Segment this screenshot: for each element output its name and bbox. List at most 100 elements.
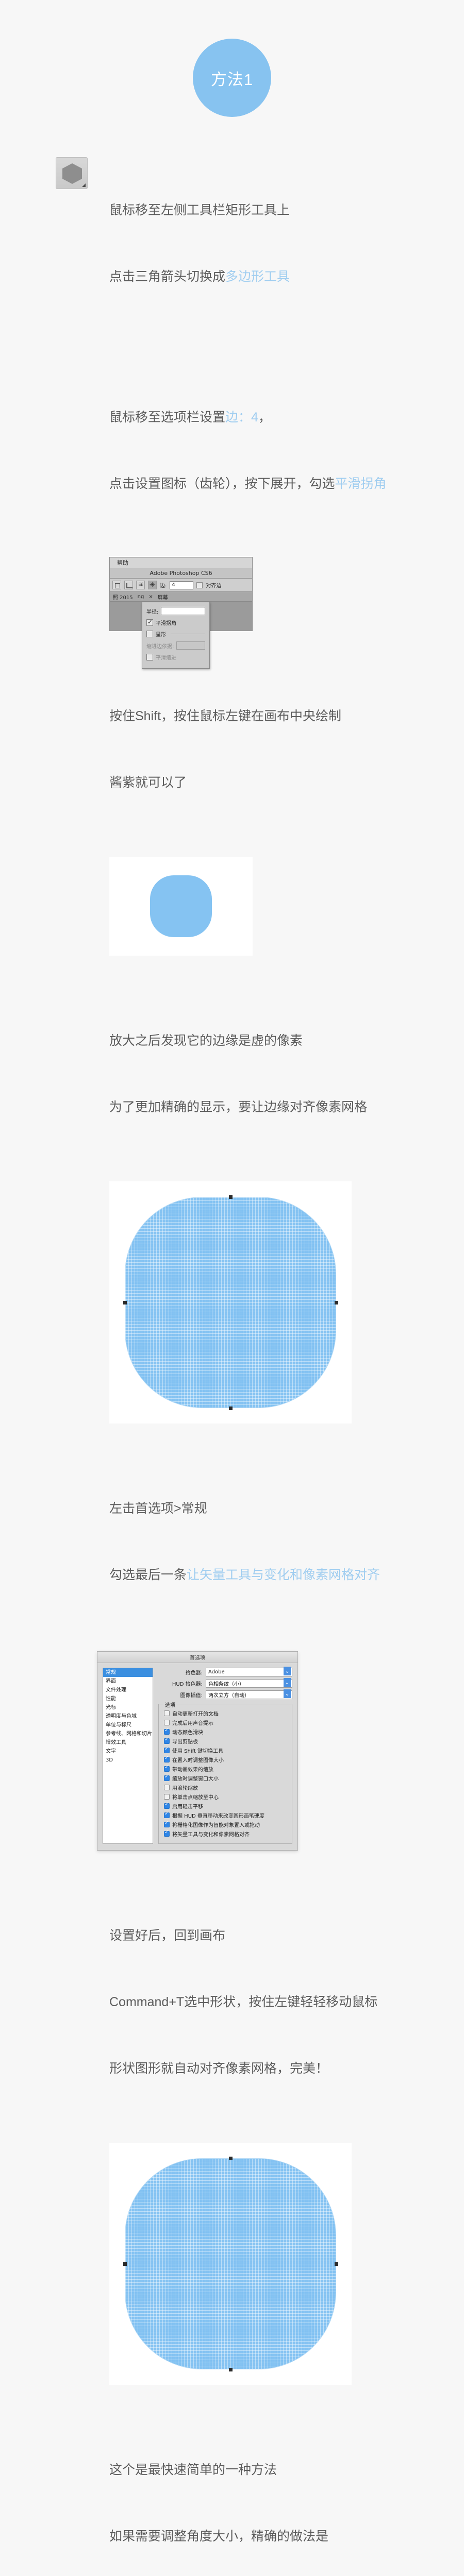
step4-text: 放大之后发现它的边缘是虚的像素 为了更加精确的显示，要让边缘对齐像素网格 xyxy=(109,986,464,1163)
step1-row: 鼠标移至左侧工具栏矩形工具上 点击三角箭头切换成多边形工具 xyxy=(0,157,464,332)
anchor-point-top-2[interactable] xyxy=(229,2157,233,2160)
indent-input[interactable] xyxy=(176,641,205,650)
prefs-option-checkbox[interactable] xyxy=(164,1829,170,1837)
prefs-option-checkbox[interactable] xyxy=(164,1785,170,1790)
step5-line2-highlight: 让矢量工具与变化和像素网格对齐 xyxy=(187,1568,380,1582)
anchor-point-right-2[interactable] xyxy=(335,2262,338,2266)
prefs-option-label: 启用轻击平移 xyxy=(172,1804,203,1810)
doc-tab-2[interactable]: ng xyxy=(138,594,144,600)
smooth-indent-row[interactable]: 平滑缩进 xyxy=(146,653,205,661)
prefs-option-row[interactable]: 完成后用声音提示 xyxy=(164,1719,288,1726)
radius-row: 半径: xyxy=(146,607,205,615)
star-checkbox[interactable] xyxy=(146,631,153,637)
canvas-small-preview xyxy=(109,857,253,956)
anchor-point-bottom[interactable] xyxy=(229,1406,233,1410)
prefs-sidebar-item[interactable]: 常规 xyxy=(103,1668,153,1677)
align-edges-checkbox[interactable] xyxy=(196,582,203,588)
anchor-point-left[interactable] xyxy=(123,1301,127,1304)
prefs-option-label: 缩放时调整窗口大小 xyxy=(172,1776,219,1782)
options-group-legend: 选项 xyxy=(163,1701,177,1708)
prefs-option-checkbox[interactable] xyxy=(164,1746,170,1753)
prefs-option-checkbox[interactable] xyxy=(164,1727,170,1735)
prefs-option-checkbox[interactable] xyxy=(164,1720,170,1725)
prefs-option-row[interactable]: 将矢量工具与变化和像素网格对齐 xyxy=(164,1829,288,1838)
sides-input[interactable]: 4 xyxy=(170,581,194,589)
prefs-option-checkbox[interactable] xyxy=(164,1737,170,1744)
prefs-sidebar-item[interactable]: 文件处理 xyxy=(103,1686,153,1694)
prefs-sidebar-item[interactable]: 光标 xyxy=(103,1703,153,1712)
prefs-option-checkbox[interactable] xyxy=(164,1774,170,1781)
preferences-sidebar: 常规 界面 文件处理 性能 光标 透明度与色域 单位与标尺 参考线、网格和切片 增效工具 文字 3D xyxy=(103,1668,153,1844)
radius-input[interactable] xyxy=(161,607,205,615)
prefs-option-checkbox[interactable] xyxy=(164,1794,170,1800)
step2-line2-highlight: 平滑拐角 xyxy=(335,477,387,491)
ps-app-title: Adobe Photoshop CS6 xyxy=(110,568,252,579)
canvas-zoomed-preview xyxy=(109,1181,352,1423)
prefs-sidebar-item[interactable]: 透明度与色域 xyxy=(103,1712,153,1721)
ps-options-bar: 边: 4 对齐边 xyxy=(110,579,252,592)
star-row[interactable]: 星形 xyxy=(146,630,205,638)
prefs-option-checkbox[interactable] xyxy=(164,1765,170,1772)
prefs-option-checkbox[interactable] xyxy=(164,1820,170,1827)
prefs-sidebar-item[interactable]: 性能 xyxy=(103,1694,153,1703)
gear-icon[interactable] xyxy=(148,581,157,589)
prefs-sidebar-item[interactable]: 增效工具 xyxy=(103,1738,153,1747)
anchor-point-top[interactable] xyxy=(229,1195,233,1199)
prefs-sidebar-item[interactable]: 文字 xyxy=(103,1747,153,1756)
prefs-option-row[interactable]: 启用轻击平移 xyxy=(164,1802,288,1810)
tutorial-page: 方法1 鼠标移至左侧工具栏矩形工具上 点击三角箭头切换成多边形工具 鼠标移至选项… xyxy=(0,0,464,2576)
preferences-checkbox-list: 自动更新打开的文档完成后用声音提示动态颜色滑块导出剪贴板使用 Shift 键切换… xyxy=(164,1709,288,1838)
prefs-option-checkbox[interactable] xyxy=(164,1811,170,1818)
prefs-option-row[interactable]: 将栅格化图像作为智能对象置入或拖动 xyxy=(164,1820,288,1828)
prefs-option-row[interactable]: 根据 HUD 垂直移动来改变圆形画笔硬度 xyxy=(164,1811,288,1819)
prefs-option-row[interactable]: 导出剪贴板 xyxy=(164,1737,288,1745)
ps-menu-help[interactable]: 帮助 xyxy=(117,558,128,567)
path-align-icon[interactable] xyxy=(124,581,133,589)
prefs-option-checkbox[interactable] xyxy=(164,1710,170,1716)
smooth-corners-row[interactable]: 平滑拐角 xyxy=(146,618,205,626)
preferences-body: 常规 界面 文件处理 性能 光标 透明度与色域 单位与标尺 参考线、网格和切片 增效工具 文字 3D… xyxy=(97,1663,297,1850)
step1-line2-highlight: 多边形工具 xyxy=(225,269,290,284)
anchor-point-bottom-2[interactable] xyxy=(229,2368,233,2371)
method-badge: 方法1 xyxy=(193,39,271,117)
prefs-field-select[interactable]: 色相条纹（小） xyxy=(206,1678,292,1688)
prefs-option-checkbox[interactable] xyxy=(164,1802,170,1809)
prefs-field-row: 拾色器: Adobe xyxy=(158,1667,292,1676)
prefs-option-label: 将栅格化图像作为智能对象置入或拖动 xyxy=(172,1823,260,1828)
step4-line2: 为了更加精确的显示，要让边缘对齐像素网格 xyxy=(109,1100,368,1114)
prefs-field-select[interactable]: Adobe xyxy=(206,1667,292,1676)
doc-tab-close-icon[interactable]: × xyxy=(148,594,153,600)
prefs-sidebar-item[interactable]: 3D xyxy=(103,1756,153,1765)
prefs-option-row[interactable]: 缩放时调整窗口大小 xyxy=(164,1774,288,1782)
smooth-corners-checkbox[interactable] xyxy=(146,618,153,626)
doc-tab-3[interactable]: 屏幕 xyxy=(158,593,168,601)
step5-line2-plain: 勾选最后一条 xyxy=(109,1568,187,1582)
polygon-tool-icon[interactable] xyxy=(56,157,88,189)
step2-text: 鼠标移至选项栏设置边：4， 点击设置图标（齿轮），按下展开，勾选平滑拐角 xyxy=(109,362,464,539)
prefs-option-checkbox[interactable] xyxy=(164,1755,170,1762)
prefs-sidebar-item[interactable]: 参考线、网格和切片 xyxy=(103,1730,153,1738)
path-arrange-icon[interactable] xyxy=(136,581,145,589)
anchor-point-right[interactable] xyxy=(335,1301,338,1304)
smooth-indent-checkbox[interactable] xyxy=(146,654,153,660)
prefs-option-row[interactable]: 动态颜色滑块 xyxy=(164,1727,288,1736)
prefs-option-row[interactable]: 使用 Shift 键切换工具 xyxy=(164,1746,288,1754)
hexagon-glyph xyxy=(62,163,82,184)
preferences-titlebar: 首选项 xyxy=(97,1652,297,1663)
prefs-field-select[interactable]: 两次立方（自动） xyxy=(206,1689,292,1699)
prefs-option-label: 使用 Shift 键切换工具 xyxy=(172,1749,224,1754)
squircle-shape-aligned xyxy=(125,2158,336,2369)
doc-tab-1[interactable]: 照 2015 xyxy=(113,593,133,601)
prefs-option-row[interactable]: 在置入时调整图像大小 xyxy=(164,1755,288,1764)
prefs-option-label: 完成后用声音提示 xyxy=(172,1721,213,1726)
prefs-sidebar-item[interactable]: 界面 xyxy=(103,1677,153,1686)
step6-line3: 形状图形就自动对齐像素网格，完美！ xyxy=(109,2061,329,2076)
prefs-sidebar-item[interactable]: 单位与标尺 xyxy=(103,1721,153,1730)
anchor-point-left-2[interactable] xyxy=(123,2262,127,2266)
prefs-option-row[interactable]: 自动更新打开的文档 xyxy=(164,1709,288,1717)
prefs-option-row[interactable]: 用滚轮缩放 xyxy=(164,1784,288,1791)
prefs-option-label: 用滚轮缩放 xyxy=(172,1786,198,1791)
prefs-option-row[interactable]: 将单击点缩放至中心 xyxy=(164,1793,288,1801)
shape-fill-icon[interactable] xyxy=(112,581,121,589)
prefs-option-row[interactable]: 带动画效果的缩放 xyxy=(164,1765,288,1773)
